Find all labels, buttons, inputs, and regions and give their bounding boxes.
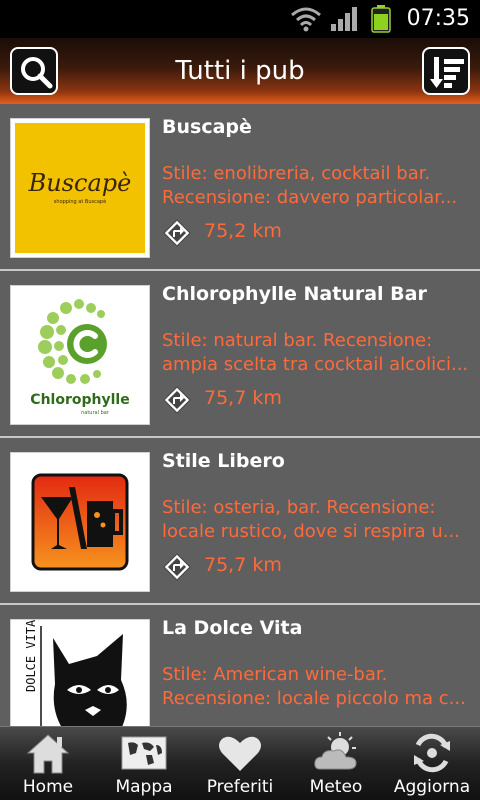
nav-label: Meteo [309,777,363,797]
pub-name: Chlorophylle Natural Bar [162,283,427,305]
logo-text: Chlorophylle [30,392,129,408]
pub-description: Stile: osteria, bar. Recensione: locale … [162,497,460,542]
nav-label: Home [22,777,74,797]
pub-name: La Dolce Vita [162,617,303,639]
pub-name: Stile Libero [162,450,285,472]
weather-icon [314,732,357,770]
signal-icon [330,6,358,36]
pub-logo: DOLCE VITA [10,619,150,726]
pub-description: Stile: American wine-bar. Recensione: lo… [162,664,466,709]
app-header: Tutti i pub [0,38,480,104]
directions-icon [163,553,191,581]
page-title: Tutti i pub [175,56,305,86]
pub-name: Buscapè [162,116,252,138]
pub-logo [10,452,150,592]
logo-subtext: shopping at Buscapè [54,198,106,205]
status-bar: 07:35 [0,0,480,38]
pub-list[interactable]: Buscapè shopping at Buscapè Buscapè Stil… [0,104,480,726]
heart-icon [219,736,261,771]
nav-label: Mappa [115,777,173,797]
logo-subtext: natural bar [81,410,110,416]
clock: 07:35 [406,6,470,31]
distance-value: 75,7 km [204,554,282,576]
home-icon [26,734,70,774]
pub-description: Stile: natural bar. Recensione: ampia sc… [162,330,469,375]
distance-value: 75,7 km [204,387,282,409]
nav-label: Aggiorna [393,777,471,797]
nav-home[interactable]: Home [0,727,96,800]
nav-map[interactable]: Mappa [96,727,192,800]
pub-logo: Chlorophylle natural bar [10,285,150,425]
battery-icon [371,5,391,37]
list-item[interactable]: DOLCE VITA La Dolce Vita Stile: American… [0,605,480,726]
nav-refresh[interactable]: Aggiorna [384,727,480,800]
logo-text: DOLCE VITA [24,620,38,692]
list-item[interactable]: Buscapè shopping at Buscapè Buscapè Stil… [0,104,480,271]
list-item[interactable]: Stile Libero Stile: osteria, bar. Recens… [0,438,480,605]
sort-list-icon [430,57,464,88]
refresh-icon [414,733,450,773]
pub-description: Stile: enolibreria, cocktail bar. Recens… [162,163,458,208]
bottom-navigation: Home Mappa Preferiti Meteo Aggiorna [0,726,480,800]
map-icon [121,736,167,770]
logo-text: Buscapè [28,169,132,197]
list-item[interactable]: Chlorophylle natural bar Chlorophylle Na… [0,271,480,438]
wifi-icon [290,6,322,36]
directions-icon [163,219,191,247]
sort-button[interactable] [422,47,470,95]
nav-favorites[interactable]: Preferiti [192,727,288,800]
directions-icon [163,386,191,414]
distance-value: 75,2 km [204,220,282,242]
nav-label: Preferiti [206,777,274,797]
pub-logo: Buscapè shopping at Buscapè [10,118,150,258]
nav-weather[interactable]: Meteo [288,727,384,800]
